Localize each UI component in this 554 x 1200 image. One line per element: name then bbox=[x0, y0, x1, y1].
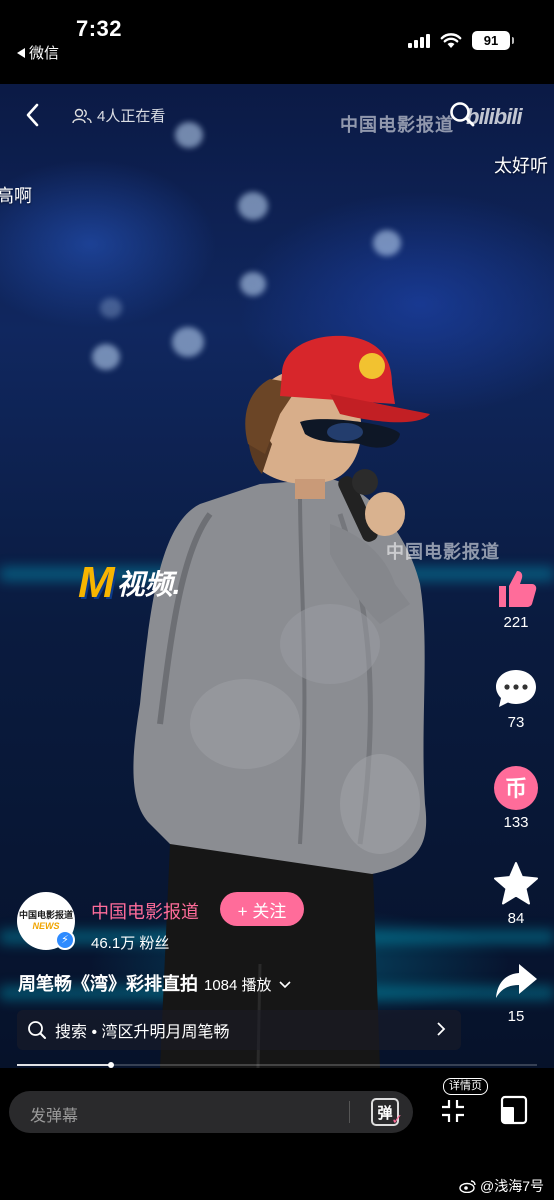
back-app-label: 微信 bbox=[29, 45, 60, 62]
credit-label: @浅海7号 bbox=[480, 1178, 544, 1194]
m-logo-text: 视频. bbox=[116, 569, 181, 600]
battery-indicator: 91 bbox=[472, 31, 514, 50]
favorite-button[interactable]: 84 bbox=[488, 860, 544, 927]
divider bbox=[349, 1101, 350, 1123]
comment-count: 73 bbox=[507, 714, 525, 731]
back-icon[interactable] bbox=[22, 101, 44, 129]
share-button[interactable]: 15 bbox=[488, 958, 544, 1025]
svg-text:币: 币 bbox=[505, 777, 527, 802]
weibo-icon bbox=[459, 1180, 476, 1193]
status-time: 7:32 bbox=[76, 16, 123, 41]
verified-badge-icon: ⚡ bbox=[55, 930, 75, 950]
coin-button[interactable]: 币 133 bbox=[488, 764, 544, 831]
avatar-text: 中国电影报道 bbox=[18, 910, 73, 920]
bilibili-logo: bilibili bbox=[466, 104, 523, 129]
share-count: 15 bbox=[507, 1008, 525, 1025]
exit-fullscreen-icon[interactable] bbox=[440, 1098, 466, 1124]
viewers-icon bbox=[72, 108, 92, 123]
coin-count: 133 bbox=[503, 814, 529, 831]
avatar-news: NEWS bbox=[32, 921, 60, 931]
share-icon bbox=[496, 964, 537, 998]
viewers-label: 4人正在看 bbox=[97, 108, 166, 125]
weibo-credit: @浅海7号 bbox=[459, 1176, 544, 1196]
like-button[interactable]: 221 bbox=[488, 566, 544, 631]
danmu-toggle-button[interactable]: 弹 ✓ bbox=[371, 1098, 403, 1127]
back-triangle-icon bbox=[17, 47, 25, 58]
detail-page-tag: 详情页 bbox=[443, 1078, 488, 1095]
fan-count: 46.1万 粉丝 bbox=[91, 935, 170, 952]
progress-fill bbox=[17, 1064, 111, 1066]
like-count: 221 bbox=[503, 614, 529, 631]
status-indicators: 91 bbox=[408, 31, 514, 50]
favorite-count: 84 bbox=[507, 910, 525, 927]
danmu-toggle-label: 弹 bbox=[377, 1104, 393, 1122]
danmu-input[interactable]: 发弹幕 弹 ✓ bbox=[9, 1091, 413, 1133]
wifi-icon bbox=[440, 32, 462, 48]
watermark-top: 中国电影报道 bbox=[340, 115, 454, 135]
chevron-down-icon[interactable] bbox=[278, 980, 292, 990]
coin-icon: 币 bbox=[494, 766, 538, 810]
danmu-comment: 太好听 bbox=[494, 156, 548, 176]
cellular-signal-icon bbox=[408, 33, 430, 48]
m-video-logo: M 视频. bbox=[78, 558, 180, 608]
comment-button[interactable]: 73 bbox=[488, 666, 544, 731]
check-icon: ✓ bbox=[391, 1111, 403, 1127]
related-search-label: 搜索 • 湾区升明月周笔畅 bbox=[55, 1024, 230, 1041]
chevron-right-icon bbox=[437, 1022, 446, 1036]
danmu-comment: 高啊 bbox=[0, 186, 32, 206]
like-icon bbox=[499, 571, 537, 607]
search-icon bbox=[28, 1021, 46, 1039]
danmu-placeholder: 发弹幕 bbox=[30, 1108, 79, 1125]
m-logo-letter: M bbox=[78, 558, 115, 607]
detail-page-icon[interactable] bbox=[498, 1094, 534, 1126]
video-progress-bar[interactable] bbox=[17, 1062, 537, 1068]
bottom-bar: 发弹幕 弹 ✓ 详情页 @浅海7号 bbox=[0, 1068, 554, 1200]
related-search-bar[interactable]: 搜索 • 湾区升明月周笔畅 bbox=[17, 1010, 461, 1050]
viewer-count: 4人正在看 bbox=[72, 105, 165, 126]
comment-icon bbox=[496, 670, 536, 707]
video-title-row[interactable]: 周笔畅《湾》彩排直拍 1084 播放 bbox=[18, 970, 292, 996]
back-to-app-link[interactable]: 微信 bbox=[17, 42, 59, 63]
watermark-mid: 中国电影报道 bbox=[386, 542, 500, 562]
channel-name[interactable]: 中国电影报道 bbox=[91, 898, 199, 924]
play-count: 1084 播放 bbox=[204, 977, 272, 994]
status-bar: 7:32 微信 91 bbox=[0, 0, 554, 84]
video-title: 周笔畅《湾》彩排直拍 bbox=[18, 974, 198, 994]
follow-button[interactable]: + 关注 bbox=[220, 892, 304, 926]
star-icon bbox=[494, 862, 538, 905]
